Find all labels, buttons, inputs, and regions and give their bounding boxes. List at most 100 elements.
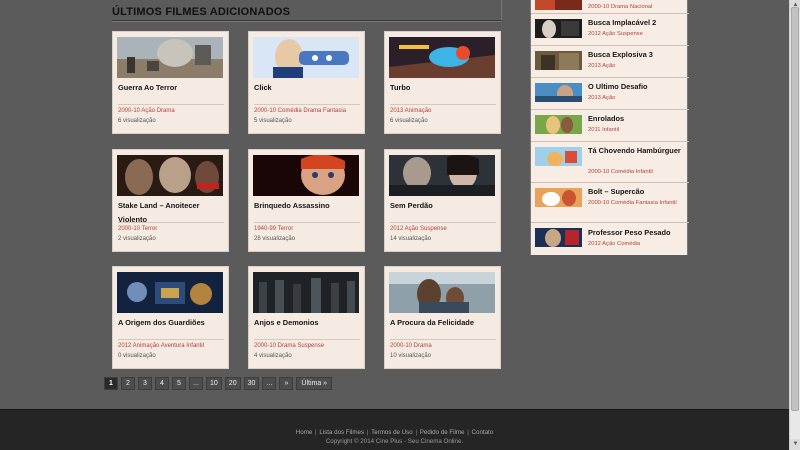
footer-link-movie-request[interactable]: Pedido de Filme bbox=[420, 429, 465, 436]
movie-card[interactable]: Brinquedo Assassino 1940-99 Terror 28 vi… bbox=[248, 149, 365, 252]
sidebar-item-title[interactable]: Enrolados bbox=[588, 114, 686, 124]
remote-control-thumb[interactable] bbox=[253, 37, 359, 78]
movie-card[interactable]: A Procura da Felicidade 2000-10 Drama 10… bbox=[384, 266, 501, 369]
page-link[interactable]: 10 bbox=[206, 377, 222, 390]
movie-meta[interactable]: 1940-99 Terror bbox=[254, 222, 360, 234]
movie-card[interactable]: Stake Land – Anoitecer Violento 2000-10 … bbox=[112, 149, 229, 252]
sidebar-thumb[interactable] bbox=[535, 147, 582, 166]
sidebar-item-meta[interactable]: 2000-10 Comédia Infantil bbox=[588, 168, 686, 177]
sidebar-item[interactable]: Tá Chovendo Hambúrguer 2000-10 Comédia I… bbox=[531, 142, 689, 183]
page-ellipsis: ... bbox=[262, 377, 277, 390]
sidebar-item-title[interactable]: O Ultimo Desafio bbox=[588, 82, 686, 92]
page-link[interactable]: 4 bbox=[155, 377, 169, 390]
movie-views: 28 visualização bbox=[254, 236, 296, 242]
page-scrollbar[interactable]: ▲ ▼ bbox=[789, 0, 800, 450]
sidebar-item[interactable]: Bolt – Supercão 2000-10 Comédia Fantasia… bbox=[531, 183, 689, 223]
movie-title[interactable]: Turbo bbox=[390, 81, 498, 95]
couple-thumb[interactable] bbox=[389, 155, 495, 196]
movie-title[interactable]: Guerra Ao Terror bbox=[118, 81, 226, 95]
sidebar-item-meta[interactable]: 2012 Ação Suspense bbox=[588, 30, 686, 39]
movie-views: 0 visualização bbox=[118, 353, 156, 359]
movie-card[interactable]: Anjos e Demonios 2000-10 Drama Suspense … bbox=[248, 266, 365, 369]
movie-views: 4 visualização bbox=[254, 353, 292, 359]
movie-views: 6 visualização bbox=[390, 118, 428, 124]
footer-link-home[interactable]: Home bbox=[296, 429, 313, 436]
sidebar-thumb[interactable] bbox=[535, 83, 582, 102]
section-title: ÚLTIMOS FILMES ADICIONADOS bbox=[112, 0, 502, 21]
movie-card[interactable]: Sem Perdão 2012 Ação Suspense 14 visuali… bbox=[384, 149, 501, 252]
last-page-button[interactable]: Última » bbox=[296, 377, 333, 390]
page-link[interactable]: 20 bbox=[224, 377, 241, 390]
sidebar-thumb[interactable] bbox=[535, 0, 582, 10]
footer-links: Home | Lista dos Filmes | Termos de Uso … bbox=[295, 429, 494, 436]
movie-meta[interactable]: 2000-10 Ação Drama bbox=[118, 104, 224, 116]
sidebar-item-meta[interactable]: 2000-10 Comédia Fantasia Infantil bbox=[588, 199, 686, 208]
sidebar-item-meta[interactable]: 2013 Ação bbox=[588, 94, 686, 103]
sidebar-item-meta[interactable]: 2012 Ação Comédia bbox=[588, 240, 686, 249]
sidebar-item[interactable]: O Ultimo Desafio 2013 Ação bbox=[531, 78, 689, 110]
doll-thumb[interactable] bbox=[253, 155, 359, 196]
next-page-button[interactable]: » bbox=[279, 377, 294, 390]
movie-meta[interactable]: 2000-10 Terror bbox=[118, 222, 224, 234]
movie-title[interactable]: Sem Perdão bbox=[390, 199, 498, 213]
movie-views: 14 visualização bbox=[390, 236, 432, 242]
sidebar-item-meta[interactable]: 2011 Infantil bbox=[588, 126, 686, 135]
scroll-down-icon[interactable]: ▼ bbox=[790, 439, 800, 450]
movie-views: 2 visualização bbox=[118, 236, 156, 242]
sidebar-item[interactable]: Enrolados 2011 Infantil bbox=[531, 110, 689, 142]
scrollbar-thumb[interactable] bbox=[791, 7, 799, 411]
movie-title[interactable]: A Origem dos Guardiões bbox=[118, 316, 226, 330]
vampires-thumb[interactable] bbox=[117, 155, 223, 196]
train-thumb[interactable] bbox=[389, 272, 495, 313]
sidebar-thumb[interactable] bbox=[535, 188, 582, 207]
movie-meta[interactable]: 2012 Ação Suspense bbox=[390, 222, 496, 234]
sidebar-thumb[interactable] bbox=[535, 51, 582, 70]
movie-meta[interactable]: 2013 Animação bbox=[390, 104, 496, 116]
movie-views: 6 visualização bbox=[118, 118, 156, 124]
movie-title[interactable]: Click bbox=[254, 81, 362, 95]
sidebar-item-title[interactable]: Busca Explosiva 3 bbox=[588, 50, 686, 60]
sidebar-thumb[interactable] bbox=[535, 115, 582, 134]
movie-meta[interactable]: 2000-10 Drama Suspense bbox=[254, 339, 360, 351]
sidebar-movie-list: 2000-10 Drama Nacional Busca Implacável … bbox=[530, 0, 689, 255]
sidebar-thumb[interactable] bbox=[535, 19, 582, 38]
page-link[interactable]: 3 bbox=[138, 377, 152, 390]
movie-title[interactable]: Brinquedo Assassino bbox=[254, 199, 362, 213]
movie-card[interactable]: Click 2000-10 Comédia Drama Fantasia 5 v… bbox=[248, 31, 365, 134]
movie-card[interactable]: Turbo 2013 Animação 6 visualização bbox=[384, 31, 501, 134]
snail-race-thumb[interactable] bbox=[389, 37, 495, 78]
page-link[interactable]: 5 bbox=[172, 377, 186, 390]
movie-meta[interactable]: 2012 Animação Aventura Infantil bbox=[118, 339, 224, 351]
desert-war-thumb[interactable] bbox=[117, 37, 223, 78]
guardians-thumb[interactable] bbox=[117, 272, 223, 313]
pagination: 1 2 3 4 5 ... 10 20 30 ... » Última » bbox=[104, 377, 333, 390]
movie-title[interactable]: Anjos e Demonios bbox=[254, 316, 362, 330]
footer-link-terms[interactable]: Termos de Uso bbox=[371, 429, 413, 436]
page-link[interactable]: 30 bbox=[243, 377, 260, 390]
movie-card[interactable]: A Origem dos Guardiões 2012 Animação Ave… bbox=[112, 266, 229, 369]
page-link[interactable]: 2 bbox=[121, 377, 135, 390]
sidebar-item-title[interactable]: Bolt – Supercão bbox=[588, 187, 686, 197]
sidebar-item-meta[interactable]: 2000-10 Drama Nacional bbox=[588, 3, 686, 12]
movie-title[interactable]: A Procura da Felicidade bbox=[390, 316, 498, 330]
sidebar-item-title[interactable]: Professor Peso Pesado bbox=[588, 228, 686, 238]
sidebar-item-title[interactable]: Busca Implacável 2 bbox=[588, 18, 686, 28]
sidebar-item[interactable]: 2000-10 Drama Nacional bbox=[531, 0, 689, 14]
page-link[interactable]: 1 bbox=[104, 377, 118, 390]
footer: Home | Lista dos Filmes | Termos de Uso … bbox=[0, 409, 789, 450]
movie-views: 5 visualização bbox=[254, 118, 292, 124]
footer-link-movie-list[interactable]: Lista dos Filmes bbox=[319, 429, 364, 436]
movie-meta[interactable]: 2000-10 Comédia Drama Fantasia bbox=[254, 104, 360, 116]
footer-copyright: Copyright © 2014 Cine Plus - Seu Cinema … bbox=[325, 438, 464, 445]
sidebar-thumb[interactable] bbox=[535, 228, 582, 247]
movie-card[interactable]: Guerra Ao Terror 2000-10 Ação Drama 6 vi… bbox=[112, 31, 229, 134]
footer-link-contact[interactable]: Contato bbox=[472, 429, 494, 436]
sidebar-item-meta[interactable]: 2013 Ação bbox=[588, 62, 686, 71]
page-ellipsis: ... bbox=[189, 377, 203, 390]
crowd-thumb[interactable] bbox=[253, 272, 359, 313]
sidebar-item[interactable]: Professor Peso Pesado 2012 Ação Comédia bbox=[531, 223, 689, 255]
movie-meta[interactable]: 2000-10 Drama bbox=[390, 339, 496, 351]
sidebar-item[interactable]: Busca Implacável 2 2012 Ação Suspense bbox=[531, 14, 689, 46]
sidebar-item[interactable]: Busca Explosiva 3 2013 Ação bbox=[531, 46, 689, 78]
sidebar-item-title[interactable]: Tá Chovendo Hambúrguer bbox=[588, 146, 686, 156]
